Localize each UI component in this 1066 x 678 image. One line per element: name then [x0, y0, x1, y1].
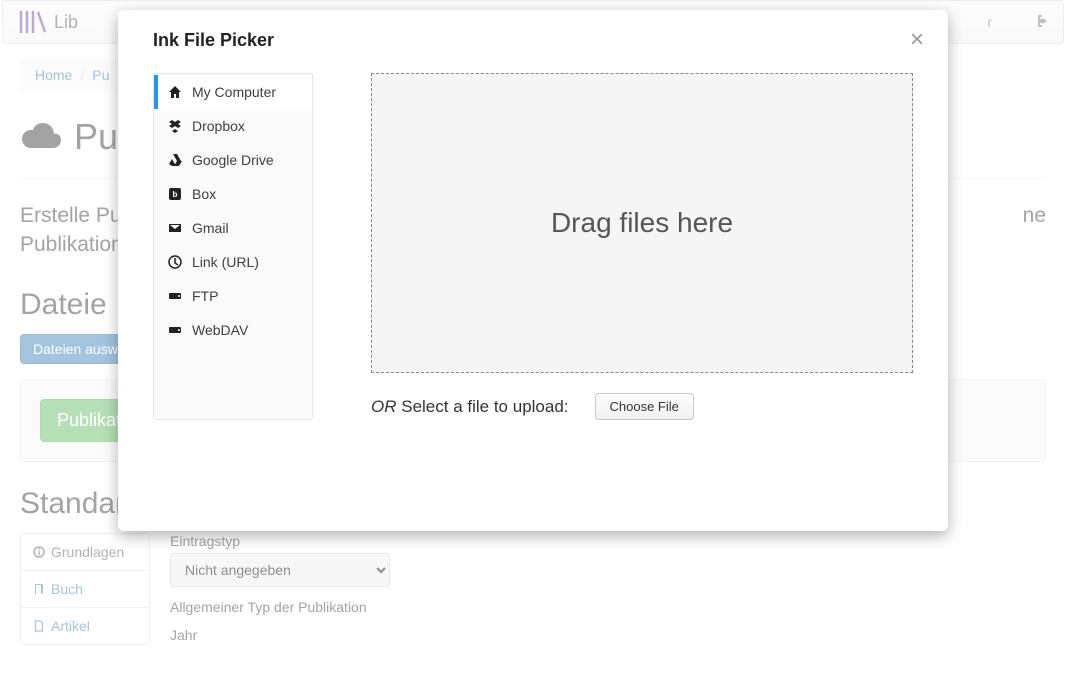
modal-close-button[interactable]: × — [910, 28, 924, 52]
source-box[interactable]: b Box — [154, 177, 312, 211]
source-gdrive[interactable]: Google Drive — [154, 143, 312, 177]
hdd-icon — [168, 323, 182, 337]
gdrive-icon — [168, 153, 182, 167]
svg-text:b: b — [173, 190, 178, 199]
source-label: Dropbox — [192, 118, 245, 134]
modal-title: Ink File Picker — [153, 30, 913, 51]
dropzone-text: Drag files here — [551, 207, 733, 239]
source-label: My Computer — [192, 84, 276, 100]
envelope-icon — [168, 221, 182, 235]
file-picker-modal: × Ink File Picker My Computer Dropbox Go… — [118, 10, 948, 531]
source-webdav[interactable]: WebDAV — [154, 313, 312, 347]
source-label: Google Drive — [192, 152, 274, 168]
source-label: WebDAV — [192, 322, 248, 338]
source-label: Link (URL) — [192, 254, 259, 270]
box-icon: b — [168, 187, 182, 201]
source-ftp[interactable]: FTP — [154, 279, 312, 313]
source-label: Box — [192, 186, 216, 202]
dropbox-icon — [168, 119, 182, 133]
source-link[interactable]: Link (URL) — [154, 245, 312, 279]
source-list: My Computer Dropbox Google Drive b Box G… — [153, 73, 313, 420]
dropzone[interactable]: Drag files here — [371, 73, 913, 373]
link-icon — [168, 255, 182, 269]
source-dropbox[interactable]: Dropbox — [154, 109, 312, 143]
source-label: Gmail — [192, 220, 229, 236]
or-label: OR — [371, 397, 397, 416]
choose-file-button[interactable]: Choose File — [595, 393, 694, 420]
source-gmail[interactable]: Gmail — [154, 211, 312, 245]
hdd-icon — [168, 289, 182, 303]
home-icon — [168, 85, 182, 99]
or-row: OR Select a file to upload: Choose File — [371, 393, 913, 420]
or-text: Select a file to upload: — [401, 397, 568, 416]
source-my-computer[interactable]: My Computer — [154, 75, 312, 109]
source-label: FTP — [192, 288, 218, 304]
